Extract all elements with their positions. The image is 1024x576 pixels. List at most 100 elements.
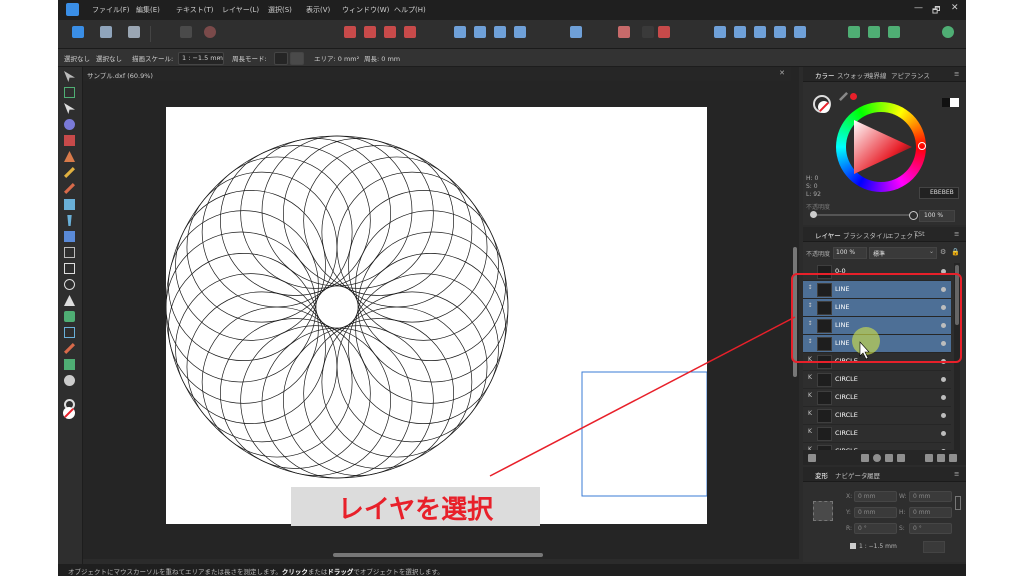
adjustment-icon[interactable] <box>873 454 881 462</box>
add-layer-icon[interactable] <box>897 454 905 462</box>
layer-visibility-icon[interactable]: K <box>806 428 814 438</box>
opacity-field[interactable]: 100 % <box>919 210 955 222</box>
tab-styles[interactable]: スタイル <box>863 230 889 240</box>
menu-text[interactable]: テキスト(T) <box>176 5 214 15</box>
place-image-tool-icon[interactable] <box>64 231 75 242</box>
menu-select[interactable]: 選択(S) <box>268 5 292 15</box>
layer-row[interactable]: KCIRCLE <box>803 353 951 371</box>
transparency-tool-icon[interactable] <box>67 215 72 226</box>
measure-tool-icon[interactable] <box>64 359 75 370</box>
x-field[interactable]: 0 mm <box>854 491 897 502</box>
hue-handle[interactable] <box>918 142 926 150</box>
color-wheel[interactable] <box>836 102 926 192</box>
boolean-intersect-icon[interactable] <box>384 26 396 38</box>
grid-icon[interactable] <box>180 26 192 38</box>
move-tool-icon[interactable] <box>64 71 75 82</box>
rectangle-tool-icon[interactable] <box>64 263 75 274</box>
tab-layers[interactable]: レイヤー <box>815 230 841 240</box>
lock-aspect-icon[interactable] <box>955 496 961 510</box>
insert-inside-icon[interactable] <box>714 26 726 38</box>
snapping-icon[interactable] <box>204 26 216 38</box>
layer-visibility-dot[interactable] <box>941 413 946 418</box>
restore-icon[interactable]: 🗗 <box>932 3 940 19</box>
layer-visibility-icon[interactable]: ↕ <box>806 338 814 348</box>
crop-tool-icon[interactable] <box>64 247 75 258</box>
rosette-circle[interactable] <box>336 291 488 443</box>
rosette-circle[interactable] <box>186 291 338 443</box>
perimeter-mode-closed-icon[interactable] <box>290 52 304 65</box>
insert-behind-icon[interactable] <box>734 26 746 38</box>
layer-row[interactable]: KCIRCLE <box>803 443 951 450</box>
assistant-icon[interactable] <box>848 26 860 38</box>
layer-visibility-icon[interactable]: K <box>806 356 814 366</box>
perimeter-mode-open-icon[interactable] <box>274 52 288 65</box>
layer-visibility-icon[interactable]: K <box>806 410 814 420</box>
layer-row[interactable]: ↕ LINE <box>803 317 951 335</box>
scale-checkbox[interactable] <box>850 543 856 549</box>
rosette-circle[interactable] <box>186 171 338 323</box>
account-icon[interactable] <box>942 26 954 38</box>
layer-visibility-dot[interactable] <box>941 359 946 364</box>
boolean-divide-icon[interactable] <box>404 26 416 38</box>
anchor-selector-icon[interactable] <box>813 501 833 521</box>
fill-swatch-icon[interactable] <box>818 101 830 113</box>
layer-visibility-dot[interactable] <box>941 377 946 382</box>
tab-color[interactable]: カラー <box>815 70 835 80</box>
layer-visibility-dot[interactable] <box>941 287 946 292</box>
layer-visibility-icon[interactable] <box>806 266 814 276</box>
layer-row[interactable]: KCIRCLE <box>803 425 951 443</box>
shapes-tool-icon[interactable] <box>64 311 75 322</box>
scale-dropdown[interactable]: 1 : −1.5 mm ⌄ <box>178 52 224 65</box>
triangle-tool-icon[interactable] <box>64 295 75 306</box>
horizontal-scrollbar[interactable] <box>83 551 791 559</box>
mask-icon[interactable] <box>861 454 869 462</box>
layer-visibility-icon[interactable]: ↕ <box>806 284 814 294</box>
transform-origin-icon[interactable] <box>618 26 630 38</box>
close-icon[interactable]: ✕ <box>951 3 959 13</box>
preferences-icon[interactable] <box>868 26 880 38</box>
insert-top-icon[interactable] <box>774 26 786 38</box>
effects-icon[interactable] <box>885 454 893 462</box>
tab-brushes[interactable]: ブラシ <box>843 230 862 240</box>
tab-text-styles[interactable]: TSt <box>914 230 925 238</box>
layer-options-icon[interactable] <box>808 454 816 462</box>
layer-row[interactable]: ↕ LINE <box>803 281 951 299</box>
rosette-circle[interactable] <box>321 306 473 458</box>
layer-visibility-dot[interactable] <box>941 431 946 436</box>
vertical-scrollbar[interactable] <box>791 67 799 559</box>
artboard-tool-icon[interactable] <box>64 87 75 98</box>
tab-appearance[interactable]: アピアランス <box>891 70 930 80</box>
h-field[interactable]: 0 mm <box>909 507 952 518</box>
blend-mode-dropdown[interactable]: 標準 ⌄ <box>869 247 937 259</box>
contour-tool-icon[interactable] <box>64 119 75 130</box>
fill-color-swatch-icon[interactable] <box>63 407 75 419</box>
menu-edit[interactable]: 編集(E) <box>136 5 160 15</box>
layer-visibility-icon[interactable]: K <box>806 392 814 402</box>
flip-horizontal-icon[interactable] <box>454 26 466 38</box>
pixel-persona-icon[interactable] <box>100 26 112 38</box>
brush-tool-icon[interactable] <box>64 183 75 194</box>
node-tool-icon[interactable] <box>64 103 75 114</box>
layer-list-scrollbar[interactable] <box>954 263 960 450</box>
transform-options-dropdown[interactable] <box>923 541 945 553</box>
tab-stroke[interactable]: 境界線 <box>867 70 887 80</box>
layer-visibility-dot[interactable] <box>941 323 946 328</box>
panel-menu-icon[interactable]: ≡ <box>954 470 959 478</box>
insert-front-icon[interactable] <box>754 26 766 38</box>
snapping-magnet-icon[interactable] <box>642 26 654 38</box>
y-field[interactable]: 0 mm <box>854 507 897 518</box>
menu-layer[interactable]: レイヤー(L) <box>222 5 259 15</box>
sync-icon[interactable] <box>888 26 900 38</box>
vertical-scroll-thumb[interactable] <box>793 247 797 377</box>
arrange-front-icon[interactable] <box>494 26 506 38</box>
snapping-options-icon[interactable] <box>658 26 670 38</box>
pen-tool-icon[interactable] <box>64 151 75 162</box>
fill-tool-icon[interactable] <box>64 199 75 210</box>
add-pixel-layer-icon[interactable] <box>937 454 945 462</box>
layer-row[interactable]: KCIRCLE <box>803 371 951 389</box>
layer-row[interactable]: ↕ LINE <box>803 335 951 353</box>
text-tool-icon[interactable] <box>64 327 75 338</box>
tab-navigator[interactable]: ナビゲータ <box>835 470 868 480</box>
align-icon[interactable] <box>570 26 582 38</box>
rosette-circle[interactable] <box>321 156 473 308</box>
